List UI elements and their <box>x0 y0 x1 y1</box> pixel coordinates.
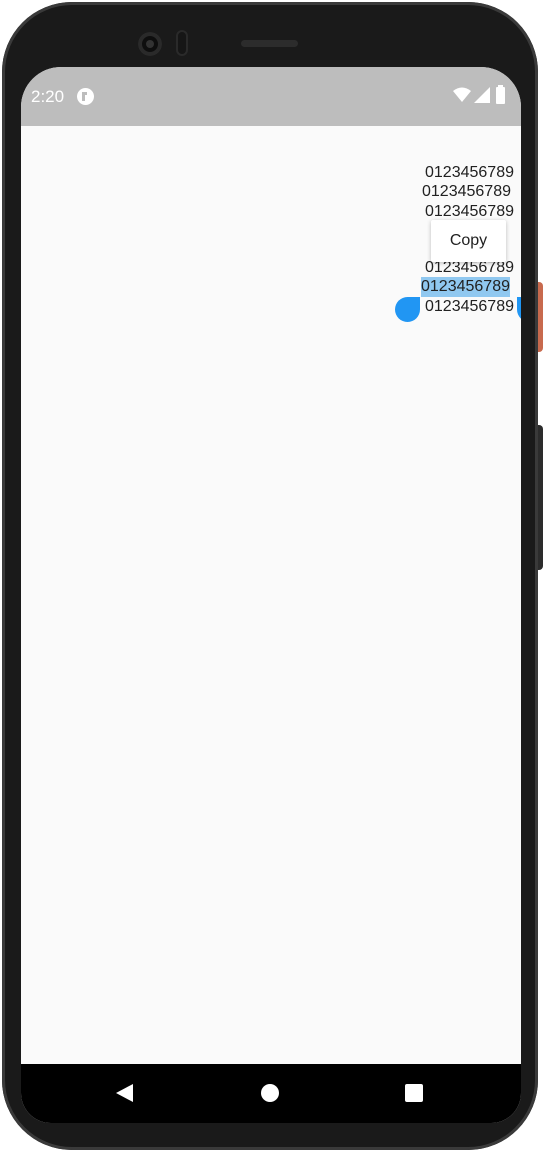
app-notification-icon <box>77 88 94 105</box>
proximity-sensor <box>176 30 188 56</box>
navigation-bar <box>21 1064 521 1123</box>
text-line[interactable]: 0123456789 <box>425 202 514 222</box>
volume-button <box>538 425 543 570</box>
power-button <box>538 282 543 352</box>
front-camera-icon <box>138 32 162 56</box>
status-time: 2:20 <box>31 87 65 106</box>
status-bar: 2:20 <box>21 67 521 126</box>
home-icon[interactable] <box>261 1084 279 1102</box>
text-line[interactable]: 0123456789 <box>425 297 514 317</box>
text-content-area[interactable]: 0123456789 0123456789 0123456789 0123456… <box>21 126 521 1064</box>
selection-end-handle[interactable] <box>517 297 521 322</box>
wifi-icon <box>453 87 471 102</box>
earpiece-speaker <box>241 40 298 47</box>
screen: 2:20 0123456789 0123456789 0123456789 01… <box>21 67 521 1123</box>
status-icons <box>453 85 513 105</box>
selection-start-handle[interactable] <box>395 297 420 322</box>
selected-text-line[interactable]: 0123456789 <box>421 277 510 297</box>
copy-button[interactable]: Copy <box>431 220 506 262</box>
text-line[interactable]: 0123456789 <box>425 163 514 183</box>
signal-icon <box>474 87 490 103</box>
text-line[interactable]: 0123456789 <box>422 182 511 202</box>
recents-icon[interactable] <box>405 1084 423 1102</box>
back-icon[interactable] <box>116 1084 133 1102</box>
battery-icon <box>496 85 505 104</box>
